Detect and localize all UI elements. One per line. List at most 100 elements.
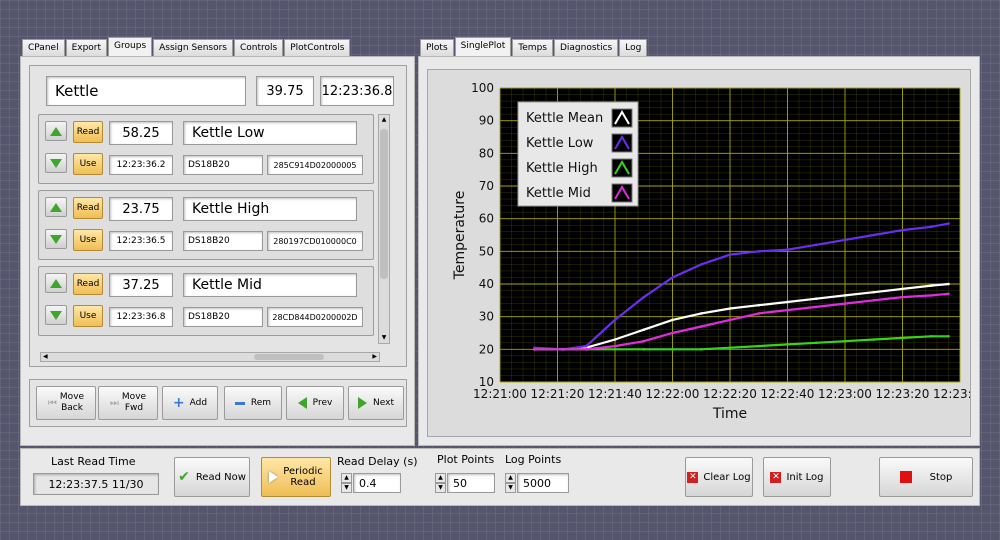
left-tab-bar: CPanel Export Groups Assign Sensors Controls… [22, 37, 351, 56]
minus-icon [234, 401, 245, 405]
read-button[interactable]: Read [73, 273, 103, 295]
sensor-id: 280197CD010000C0 [267, 231, 363, 251]
plus-icon: + [172, 394, 185, 411]
group-frame: Kettle 39.75 12:23:36.8 Read Use 58.25 K… [29, 65, 407, 367]
data-point [584, 344, 588, 348]
read-now-button[interactable]: ✔ Read Now [174, 457, 250, 497]
plot-points-stepper[interactable]: ▲ ▼ [435, 473, 446, 493]
h-scroll-thumb[interactable] [254, 354, 324, 360]
clear-log-button[interactable]: ✕ Clear Log [685, 457, 753, 497]
data-point [814, 305, 818, 309]
right-tab-log[interactable]: Log [619, 39, 648, 56]
move-back-button[interactable]: ⏮ Move Back [36, 386, 96, 420]
x-tick-label: 12:23:20 [876, 387, 930, 401]
scroll-down-arrow-icon[interactable]: ▼ [380, 334, 388, 342]
use-button[interactable]: Use [73, 305, 103, 327]
rem-button[interactable]: Rem [224, 386, 282, 420]
decrement-icon[interactable]: ▼ [505, 483, 516, 493]
left-tab-cpanel[interactable]: CPanel [22, 39, 65, 56]
data-point [642, 348, 646, 351]
data-point [671, 318, 674, 322]
data-point [642, 328, 646, 332]
decrement-icon[interactable]: ▼ [435, 483, 446, 493]
next-button[interactable]: Next [348, 386, 404, 420]
left-tab-groups[interactable]: Groups [108, 37, 153, 56]
read-delay-input[interactable]: 0.4 [353, 473, 401, 493]
y-axis-label: Temperature [452, 191, 468, 281]
read-delay-stepper[interactable]: ▲ ▼ [341, 473, 352, 493]
data-point [757, 344, 761, 348]
y-tick-label: 20 [479, 342, 494, 356]
data-point [642, 339, 646, 343]
use-button[interactable]: Use [73, 229, 103, 251]
data-point [814, 341, 818, 345]
left-tab-controls[interactable]: Controls [234, 39, 284, 56]
sensor-name-field[interactable]: Kettle Mid [183, 273, 357, 297]
data-point [947, 292, 950, 296]
close-icon: ✕ [687, 471, 699, 483]
x-tick-label: 12:22:20 [703, 387, 757, 401]
y-tick-label: 30 [479, 310, 494, 324]
horizontal-scrollbar[interactable]: ◀ ▶ [40, 352, 380, 362]
groups-panel: Kettle 39.75 12:23:36.8 Read Use 58.25 K… [20, 56, 415, 446]
last-read-label: Last Read Time [51, 455, 136, 468]
periodic-read-button[interactable]: Periodic Read [261, 457, 331, 497]
up-arrow-icon [50, 278, 62, 288]
right-tab-singleplot[interactable]: SinglePlot [454, 37, 512, 56]
data-point [901, 228, 904, 232]
scroll-left-arrow-icon[interactable]: ◀ [43, 353, 48, 361]
left-tab-plotcontrols[interactable]: PlotControls [284, 39, 351, 56]
log-points-stepper[interactable]: ▲ ▼ [505, 473, 516, 493]
data-point [947, 334, 950, 338]
data-point [843, 302, 847, 305]
data-point [613, 338, 617, 341]
move-down-button[interactable] [45, 305, 67, 325]
right-tab-diagnostics[interactable]: Diagnostics [553, 39, 619, 56]
read-button[interactable]: Read [73, 197, 103, 219]
sensor-name-field[interactable]: Kettle High [183, 197, 357, 221]
scroll-up-arrow-icon[interactable]: ▲ [380, 116, 388, 124]
sensor-type: DS18B20 [183, 155, 263, 175]
data-point [533, 348, 536, 351]
data-point [901, 295, 904, 299]
data-point [584, 348, 588, 351]
move-down-button[interactable] [45, 229, 67, 249]
right-tab-plots[interactable]: Plots [420, 39, 454, 56]
prev-button[interactable]: Prev [286, 386, 344, 420]
increment-icon[interactable]: ▲ [341, 473, 352, 483]
move-down-button[interactable] [45, 153, 67, 173]
increment-icon[interactable]: ▲ [435, 473, 446, 483]
init-log-button[interactable]: ✕ Init Log [763, 457, 831, 497]
sensor-value: 37.25 [109, 273, 173, 297]
data-point [699, 348, 703, 351]
data-point [872, 233, 876, 237]
increment-icon[interactable]: ▲ [505, 473, 516, 483]
stop-button[interactable]: Stop [879, 457, 973, 497]
use-button[interactable]: Use [73, 153, 103, 175]
left-tab-assign-sensors[interactable]: Assign Sensors [153, 39, 233, 56]
right-tab-temps[interactable]: Temps [512, 39, 553, 56]
log-points-input[interactable]: 5000 [517, 473, 569, 493]
vertical-scrollbar[interactable]: ▲ ▼ [378, 114, 390, 344]
read-button[interactable]: Read [73, 121, 103, 143]
move-up-button[interactable] [45, 197, 67, 217]
plot-points-input[interactable]: 50 [447, 473, 495, 493]
legend-label: Kettle Mid [526, 186, 591, 201]
move-up-button[interactable] [45, 273, 67, 293]
add-button[interactable]: + Add [162, 386, 218, 420]
x-tick-label: 12:23:40 [933, 387, 970, 401]
sensor-name-field[interactable]: Kettle Low [183, 121, 357, 145]
left-tab-export[interactable]: Export [65, 39, 108, 56]
data-point [757, 303, 761, 307]
scroll-right-arrow-icon[interactable]: ▶ [372, 353, 377, 361]
scroll-thumb[interactable] [380, 129, 388, 279]
move-fwd-button[interactable]: ⏭ Move Fwd [98, 386, 158, 420]
down-arrow-icon [50, 234, 62, 244]
x-tick-label: 12:22:40 [761, 387, 815, 401]
nav-button-bar: ⏮ Move Back ⏭ Move Fwd + Add Rem Prev Ne… [29, 379, 407, 427]
move-up-button[interactable] [45, 121, 67, 141]
sensor-group: Read Use 37.25 Kettle Mid 12:23:36.8 DS1… [38, 266, 374, 336]
sensor-time: 12:23:36.5 [109, 231, 173, 251]
decrement-icon[interactable]: ▼ [341, 483, 352, 493]
group-name-field[interactable]: Kettle [46, 76, 246, 106]
